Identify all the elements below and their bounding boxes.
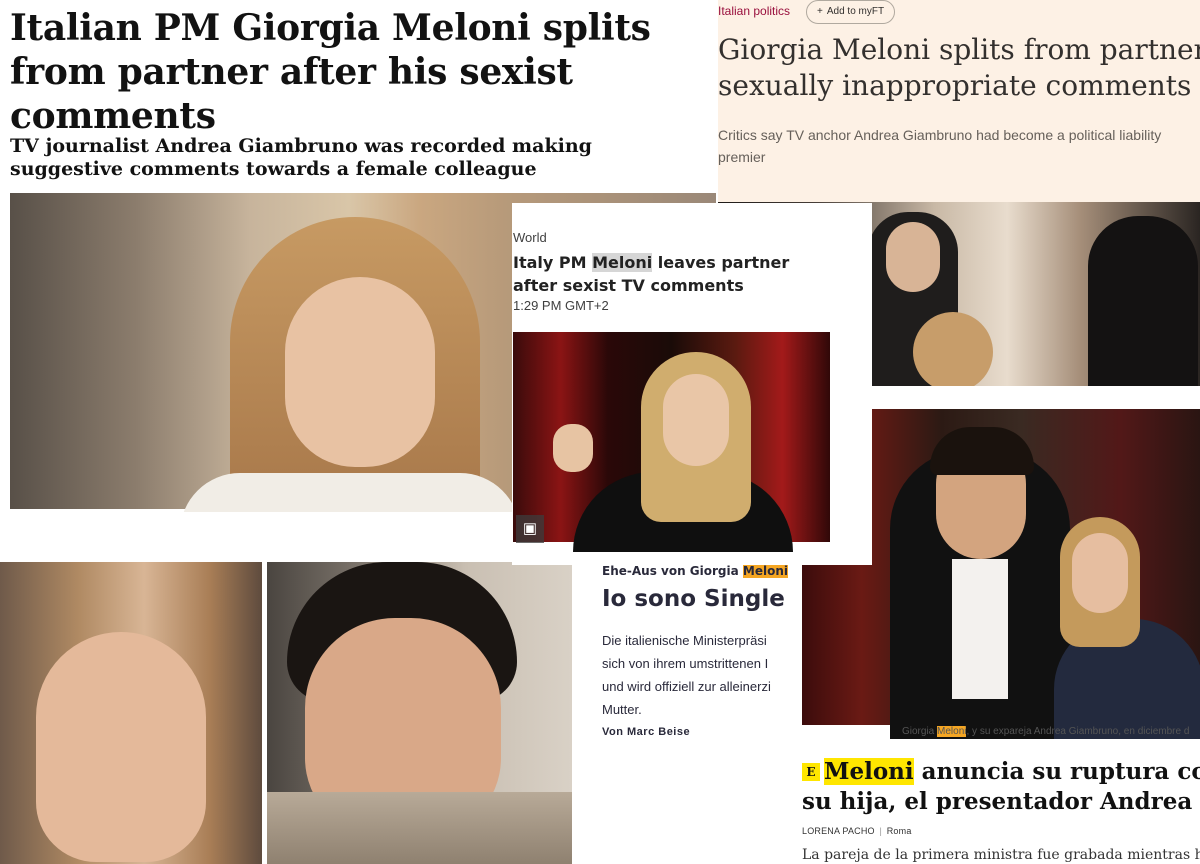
ft-standfirst-line2: premier — [718, 149, 766, 165]
sz-kicker-highlight: Meloni — [742, 564, 788, 578]
gallery-icon[interactable]: ▣ — [516, 515, 544, 543]
reuters-headline-pre: Italy PM — [513, 253, 593, 272]
ft-headline[interactable]: Giorgia Meloni splits from partner aft s… — [718, 32, 1200, 104]
elpais-headline-line2: su hija, el presentador Andrea G — [802, 788, 1200, 815]
reuters-section[interactable]: World — [513, 230, 547, 245]
guardian-standfirst: TV journalist Andrea Giambruno was recor… — [10, 135, 592, 180]
byline-author[interactable]: LORENA PACHO — [802, 826, 875, 836]
sz-teaser-line4: Mutter. — [602, 702, 642, 717]
elpais-headline-highlight: Meloni — [824, 758, 914, 785]
elpais-photo-caption: Giorgia Meloni, y su expareja Andrea Gia… — [902, 726, 1189, 737]
ft-headline-line1: Giorgia Meloni splits from partner aft — [718, 33, 1200, 66]
caption-text-pre: Giorgia — [902, 726, 938, 737]
reuters-timestamp: 1:29 PM GMT+2 — [513, 298, 609, 313]
elpais-logo-icon: E — [802, 763, 820, 781]
sz-teaser: Die italienische Ministerpräsi sich von … — [602, 629, 802, 721]
ft-standfirst-line1: Critics say TV anchor Andrea Giambruno h… — [718, 127, 1162, 143]
caption-highlight: Meloni — [937, 726, 967, 737]
sz-photo-giambruno — [267, 562, 572, 864]
reuters-article-panel: World Italy PM Meloni leaves partner aft… — [512, 203, 872, 565]
elpais-byline: LORENA PACHO | Roma — [802, 826, 912, 836]
sz-teaser-line1: Die italienische Ministerpräsi — [602, 633, 767, 648]
reuters-headline[interactable]: Italy PM Meloni leaves partner after sex… — [513, 251, 813, 297]
sz-teaser-line2: sich von ihrem umstrittenen I — [602, 656, 769, 671]
sz-teaser-line3: und wird offiziell zur alleinerzi — [602, 679, 771, 694]
ft-standfirst: Critics say TV anchor Andrea Giambruno h… — [718, 124, 1200, 168]
byline-separator: | — [879, 826, 883, 836]
add-to-myft-label: Add to myFT — [826, 6, 885, 17]
sz-author: Von Marc Beise — [602, 726, 691, 738]
ft-section-link[interactable]: Italian politics — [718, 4, 790, 18]
sz-headline[interactable]: Io sono Single — [602, 586, 785, 612]
add-to-myft-button[interactable]: + Add to myFT — [806, 0, 896, 24]
caption-text-post: , y su expareja Andrea Giambruno, en dic… — [966, 726, 1190, 737]
elpais-headline-line1: anuncia su ruptura con — [913, 758, 1200, 785]
reuters-headline-highlight: Meloni — [592, 253, 653, 272]
plus-icon: + — [817, 6, 823, 17]
elpais-headline[interactable]: E Meloni anuncia su ruptura con su hija, … — [802, 757, 1200, 817]
reuters-photo-meloni — [513, 332, 830, 552]
sz-kicker-text: Ehe-Aus von Giorgia — [602, 564, 743, 578]
sz-photo-meloni — [0, 562, 262, 864]
guardian-headline[interactable]: Italian PM Giorgia Meloni splits from pa… — [10, 6, 710, 138]
elpais-body-text: La pareja de la primera ministra fue gra… — [802, 847, 1200, 863]
byline-place: Roma — [886, 826, 912, 836]
sz-kicker: Ehe-Aus von Giorgia Meloni — [602, 564, 788, 578]
ft-headline-line2: sexually inappropriate comments — [718, 69, 1192, 102]
